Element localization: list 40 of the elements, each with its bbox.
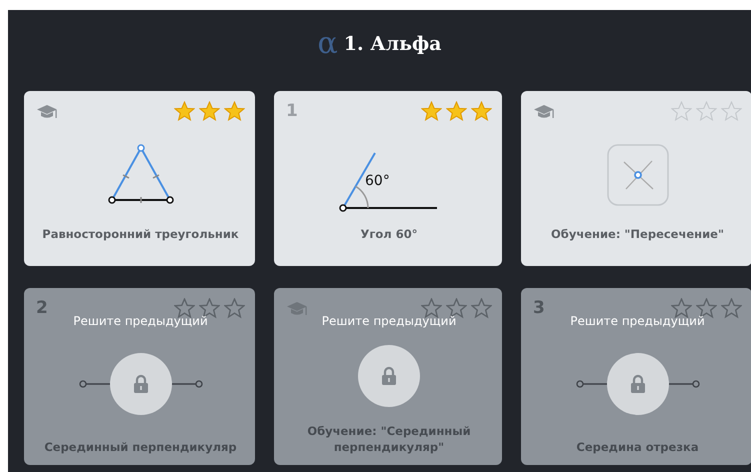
empty-star-icon [721,101,742,122]
padlock-icon [630,374,646,394]
level-card[interactable]: Решите предыдущий Обучение: "Серединный перпендикуляр" [274,288,502,465]
level-name: Серединный перпендикуляр [43,439,238,456]
level-card[interactable]: 3 Решите предыдущий Середина отрезка [521,288,751,465]
empty-star-icon [696,101,717,122]
level-name: Середина отрезка [575,439,700,456]
level-card[interactable]: Равносторонний треугольник [24,91,255,266]
locked-message: Решите предыдущий [320,314,458,328]
logo-glyph: α [318,28,338,58]
filled-star-icon [446,101,467,122]
padlock-icon [381,366,397,386]
filled-star-icon [199,101,220,122]
locked-message: Решите предыдущий [72,314,209,328]
level-card[interactable]: 2 Решите предыдущий Серединный перпендикуляр [24,288,255,465]
graduation-cap-icon [286,301,308,317]
level-title: 1. Альфа [344,32,442,54]
level-number: 1 [286,101,298,121]
level-card[interactable]: 1 60° Угол 60° [274,91,502,266]
padlock-icon [132,374,148,394]
filled-star-icon [174,101,195,122]
level-name: Обучение: "Серединный перпендикуляр" [306,423,472,456]
empty-star-icon [224,298,245,319]
level-name: Угол 60° [360,226,418,243]
filled-star-icon [224,101,245,122]
intersection-tool-icon [606,144,668,206]
filled-star-icon [421,101,442,122]
empty-star-icon [471,298,492,319]
level-number: 3 [533,298,545,318]
level-number: 2 [36,298,48,318]
level-name: Равносторонний треугольник [41,226,240,243]
graduation-cap-icon [533,104,555,120]
filled-star-icon [471,101,492,122]
empty-star-icon [721,298,742,319]
locked-message: Решите предыдущий [569,314,706,328]
level-name: Обучение: "Пересечение" [550,226,725,243]
level-card[interactable]: Обучение: "Пересечение" [521,91,751,266]
empty-star-icon [671,101,692,122]
angle-label: 60° [365,172,390,188]
graduation-cap-icon [36,104,58,120]
